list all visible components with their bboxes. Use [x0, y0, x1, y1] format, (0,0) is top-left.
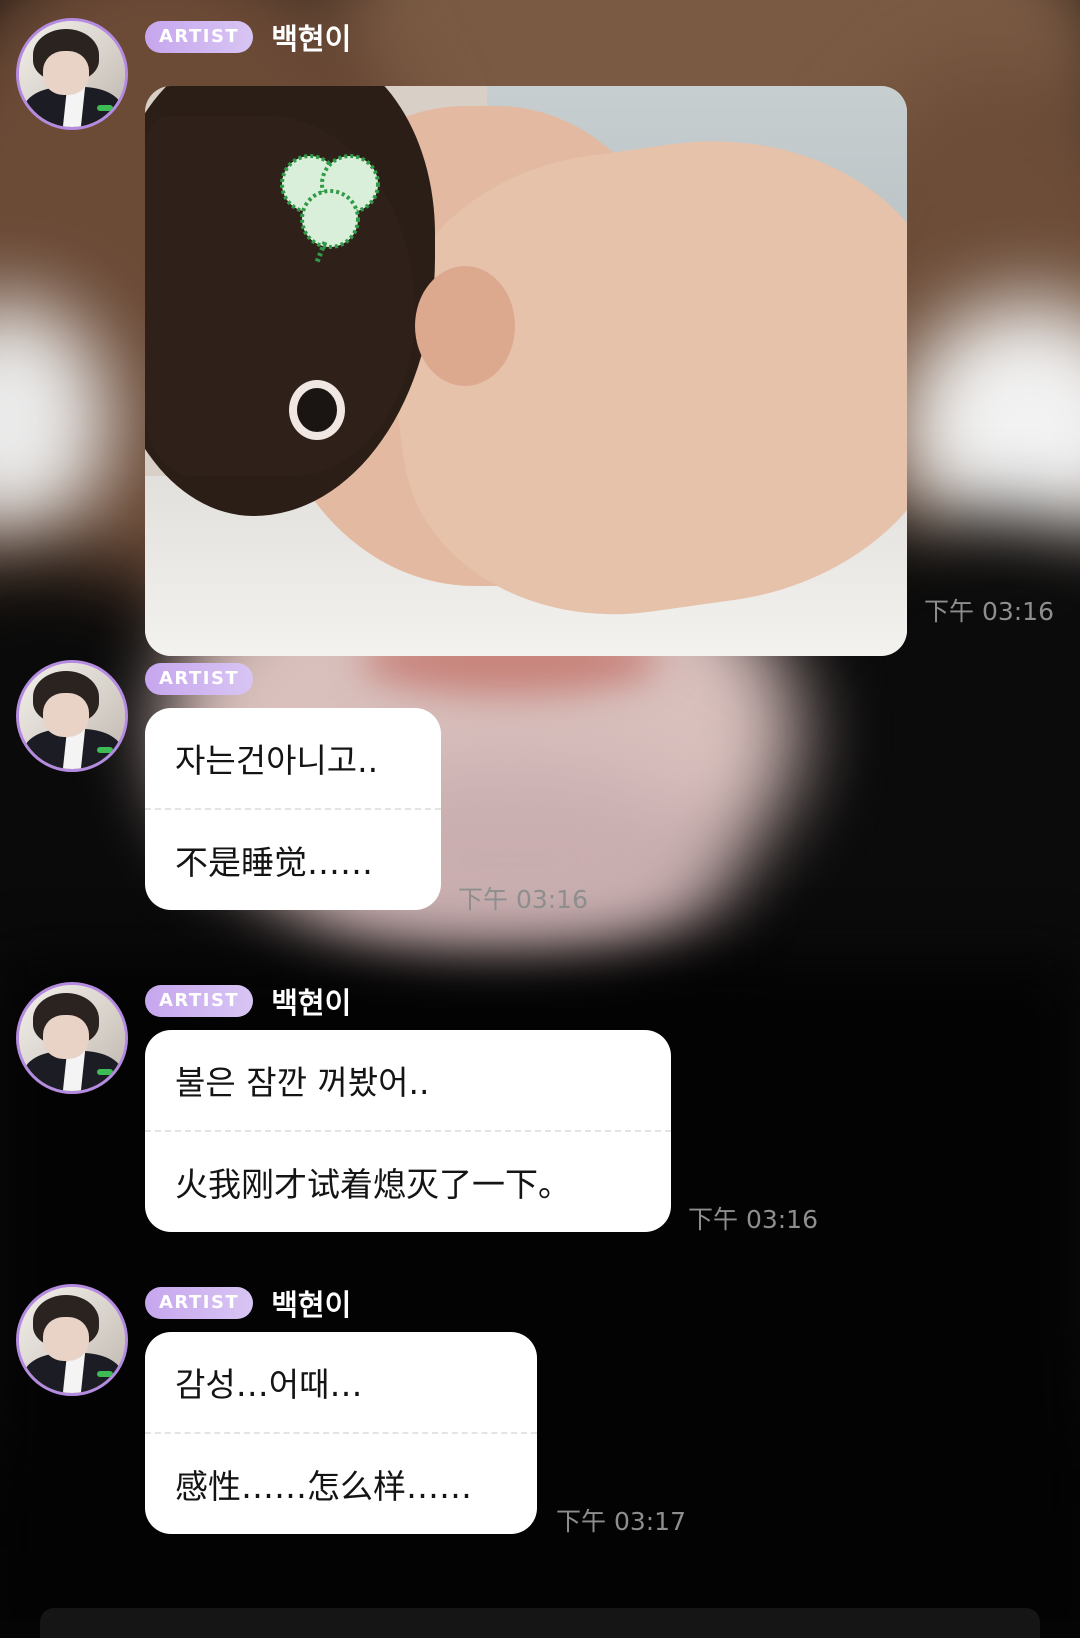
sender-name[interactable]: 백현이 [271, 16, 351, 58]
message-text-translation: 不是睡觉…… [175, 843, 373, 882]
message-header: ARTIST [145, 662, 254, 696]
message-bubble[interactable]: 감성…어때… 感性……怎么样…… [145, 1332, 537, 1534]
artist-badge: ARTIST [145, 985, 254, 1017]
message-bubble[interactable]: 불은 잠깐 꺼봤어.. 火我刚才试着熄灭了一下。 [145, 1030, 671, 1232]
message-time: 下午 03:16 [688, 1205, 818, 1234]
artist-badge: ARTIST [145, 21, 254, 53]
sender-name[interactable]: 백현이 [271, 1282, 351, 1324]
message-time: 下午 03:16 [458, 885, 588, 914]
avatar[interactable] [16, 982, 128, 1094]
chat-message: ARTIST 백현이 감성…어때… 感性……怎么样…… 下午 03:17 [0, 1284, 1080, 1544]
artist-badge: ARTIST [145, 1287, 254, 1319]
artist-badge: ARTIST [145, 663, 254, 695]
message-header: ARTIST 백현이 [145, 984, 351, 1020]
input-bar-edge [40, 1608, 1040, 1638]
avatar[interactable] [16, 1284, 128, 1396]
chat-message: ARTIST 자는건아니고.. 不是睡觉…… 下午 03:16 [0, 660, 1080, 920]
message-text-translation: 火我刚才试着熄灭了一下。 [175, 1165, 571, 1204]
clover-sticker-icon [280, 154, 380, 263]
chat-message: ARTIST 백현이 불은 잠깐 꺼봤어.. 火我刚才试着熄灭了一下。 下午 0… [0, 982, 1080, 1242]
avatar[interactable] [16, 660, 128, 772]
message-bubble[interactable]: 자는건아니고.. 不是睡觉…… [145, 708, 441, 910]
message-text-original: 자는건아니고.. [175, 741, 379, 780]
photo-attachment[interactable] [145, 86, 907, 656]
message-header: ARTIST 백현이 [145, 20, 351, 56]
message-text-original: 불은 잠깐 꺼봤어.. [175, 1063, 430, 1102]
chat-message-image: ARTIST 백현이 下午 03:16 [0, 18, 1080, 658]
message-text-translation: 感性……怎么样…… [175, 1467, 472, 1506]
message-header: ARTIST 백현이 [145, 1286, 351, 1322]
message-time: 下午 03:16 [924, 597, 1054, 626]
message-text-original: 감성…어때… [175, 1365, 363, 1404]
avatar[interactable] [16, 18, 128, 130]
message-time: 下午 03:17 [556, 1507, 686, 1536]
sender-name[interactable]: 백현이 [271, 980, 351, 1022]
